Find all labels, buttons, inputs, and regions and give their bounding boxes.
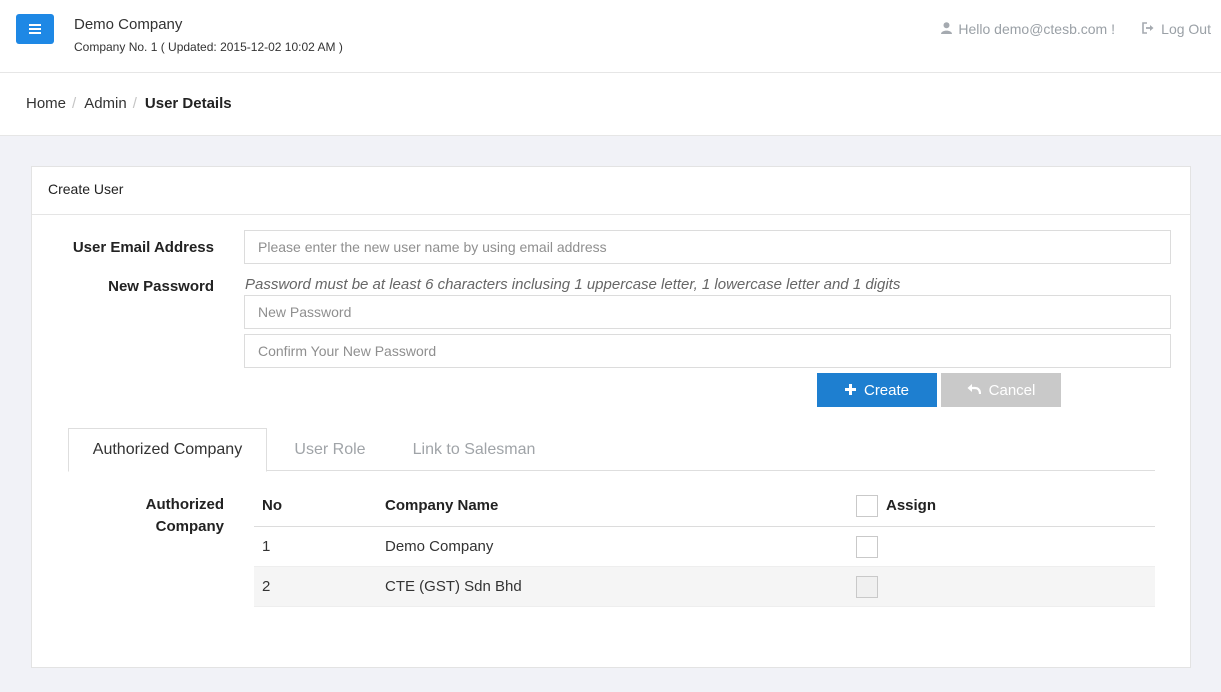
logout-link[interactable]: Log Out	[1142, 21, 1211, 37]
column-assign-label: Assign	[886, 497, 937, 514]
new-password-field[interactable]	[244, 295, 1171, 329]
cancel-button[interactable]: Cancel	[941, 373, 1061, 407]
authorized-company-label-line2: Company	[155, 518, 224, 535]
breadcrumb-separator: /	[72, 95, 77, 112]
column-company-name: Company Name	[385, 497, 499, 514]
email-label: User Email Address	[72, 239, 214, 256]
column-assign: Assign	[856, 485, 936, 526]
user-greeting-text: Hello demo@ctesb.com !	[958, 21, 1115, 37]
breadcrumb-separator: /	[132, 95, 137, 112]
authorized-company-label: Authorized Company	[102, 494, 224, 538]
confirm-password-field[interactable]	[244, 334, 1171, 368]
tab-link-to-salesman[interactable]: Link to Salesman	[402, 428, 546, 471]
row-no: 2	[262, 578, 271, 595]
row-assign-cell	[856, 527, 878, 566]
breadcrumb: Home / Admin / User Details	[26, 95, 232, 112]
cancel-button-label: Cancel	[988, 381, 1036, 399]
tab-user-role[interactable]: User Role	[280, 428, 380, 471]
company-name: Demo Company	[74, 16, 183, 33]
undo-arrow-icon	[967, 382, 981, 399]
create-button-label: Create	[863, 381, 910, 399]
hamburger-icon	[29, 24, 41, 34]
password-label: New Password	[108, 278, 214, 295]
tab-authorized-company[interactable]: Authorized Company	[68, 428, 267, 472]
row-no: 1	[262, 538, 271, 555]
menu-toggle-button[interactable]	[16, 14, 54, 44]
select-all-checkbox[interactable]	[856, 494, 878, 517]
breadcrumb-current: User Details	[144, 95, 232, 112]
company-subtitle: Company No. 1 ( Updated: 2015-12-02 10:0…	[74, 40, 343, 54]
sign-out-icon	[1142, 21, 1155, 37]
authorized-company-label-line1: Authorized	[145, 496, 224, 513]
row-company-name: CTE (GST) Sdn Bhd	[385, 578, 522, 595]
panel-title: Create User	[32, 167, 1190, 215]
assign-checkbox[interactable]	[856, 575, 878, 598]
user-icon	[941, 21, 953, 37]
email-field[interactable]	[244, 230, 1171, 264]
password-hint: Password must be at least 6 characters i…	[245, 276, 901, 293]
table-row: 2 CTE (GST) Sdn Bhd	[254, 567, 1155, 607]
create-button[interactable]: Create	[817, 373, 937, 407]
row-company-name: Demo Company	[385, 538, 494, 555]
user-greeting[interactable]: Hello demo@ctesb.com !	[941, 21, 1115, 37]
column-no: No	[262, 497, 282, 514]
logout-label: Log Out	[1161, 21, 1211, 37]
breadcrumb-bar: Home / Admin / User Details	[0, 73, 1221, 136]
authorized-company-table: No Company Name Assign 1 Demo Company 2 …	[254, 485, 1155, 607]
table-header: No Company Name Assign	[254, 485, 1155, 527]
breadcrumb-home[interactable]: Home	[26, 95, 66, 112]
breadcrumb-admin[interactable]: Admin	[84, 95, 127, 112]
row-assign-cell	[856, 567, 878, 606]
user-tabs: Authorized Company User Role Link to Sal…	[68, 428, 1155, 472]
plus-icon	[844, 382, 856, 399]
assign-checkbox[interactable]	[856, 535, 878, 558]
table-row: 1 Demo Company	[254, 527, 1155, 567]
create-user-panel: Create User User Email Address New Passw…	[31, 166, 1191, 668]
top-bar: Demo Company Company No. 1 ( Updated: 20…	[0, 0, 1221, 73]
